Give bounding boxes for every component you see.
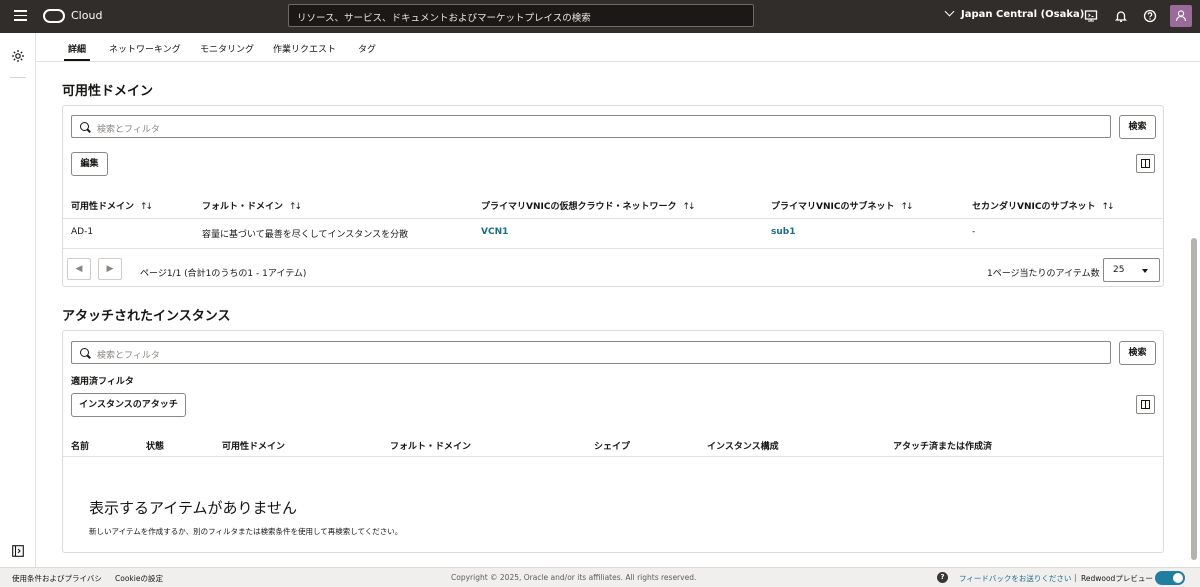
column-header-shape[interactable]: シェイプ xyxy=(594,439,630,452)
detail-tabs: 詳細 ネットワーキング モニタリング 作業リクエスト タグ xyxy=(36,33,1200,62)
availability-filter-input[interactable]: 検索とフィルタ xyxy=(71,115,1111,138)
filter-placeholder: 検索とフィルタ xyxy=(97,351,160,361)
columns-icon xyxy=(1141,159,1150,168)
sort-icon[interactable]: ↑↓ xyxy=(140,202,153,212)
sort-icon[interactable]: ↑↓ xyxy=(682,202,695,212)
scrollbar-thumb[interactable] xyxy=(1191,238,1197,560)
next-page-button[interactable]: ▶ xyxy=(98,258,122,280)
attached-instances-title: アタッチされたインスタンス xyxy=(62,309,231,324)
cookie-settings-link[interactable]: Cookieの設定 xyxy=(115,573,163,584)
copyright-text: Copyright © 2025, Oracle and/or its affi… xyxy=(451,573,697,582)
top-bar: Cloud リソース、サービス、ドキュメントおよびマーケットプレイスの検索 Ja… xyxy=(0,0,1200,33)
column-header-attached-or-created[interactable]: アタッチ済または作成済 xyxy=(893,439,992,452)
user-avatar[interactable] xyxy=(1170,5,1192,27)
column-header-availability-domain[interactable]: 可用性ドメイン ↑↓ xyxy=(71,199,153,212)
oracle-logo-icon[interactable] xyxy=(43,9,65,23)
attached-search-button[interactable]: 検索 xyxy=(1119,341,1156,365)
vcn-link[interactable]: VCN1 xyxy=(481,227,508,237)
column-header-instance-configuration[interactable]: インスタンス構成 xyxy=(707,439,779,452)
terms-privacy-link[interactable]: 使用条件およびプライバシ xyxy=(12,573,102,584)
redwood-preview-label: Redwoodプレビュー xyxy=(1081,574,1153,583)
applied-filters-label: 適用済フィルタ xyxy=(71,377,134,387)
empty-state-message: 新しいアイテムを作成するか、別のフィルタまたは検索条件を使用して再検索してくださ… xyxy=(89,527,403,536)
region-selector[interactable]: Japan Central (Osaka) xyxy=(944,6,1085,20)
expand-panel-icon[interactable] xyxy=(12,545,24,557)
sort-icon[interactable]: ↑↓ xyxy=(900,202,913,212)
availability-panel: 検索とフィルタ 検索 編集 可用性ドメイン ↑↓ フォルト・ドメイン ↑↓ プライマ… xyxy=(62,105,1164,287)
tab-monitoring[interactable]: モニタリング xyxy=(200,42,254,55)
tab-tags[interactable]: タグ xyxy=(358,42,376,55)
user-icon xyxy=(1175,10,1187,22)
column-header-state[interactable]: 状態 xyxy=(146,439,164,452)
feedback-link[interactable]: フィードバックをお送りください xyxy=(959,573,1071,584)
items-per-page-label: 1ページ当たりのアイテム数 xyxy=(987,269,1100,279)
menu-icon[interactable] xyxy=(14,10,27,21)
cell-secondary-subnet: - xyxy=(972,227,976,237)
attached-filter-input[interactable]: 検索とフィルタ xyxy=(71,341,1111,364)
cell-availability-domain: AD-1 xyxy=(71,227,94,237)
column-header-name[interactable]: 名前 xyxy=(71,439,89,452)
column-header-fault-domain[interactable]: フォルト・ドメイン ↑↓ xyxy=(202,199,302,212)
global-search-input[interactable]: リソース、サービス、ドキュメントおよびマーケットプレイスの検索 xyxy=(288,4,754,27)
rail-divider xyxy=(10,77,26,78)
footer: 使用条件およびプライバシ Cookieの設定 Copyright © 2025,… xyxy=(0,567,1200,587)
filter-placeholder: 検索とフィルタ xyxy=(97,125,160,135)
table-divider xyxy=(63,248,1163,249)
edit-button[interactable]: 編集 xyxy=(71,152,108,176)
column-header-secondary-subnet[interactable]: セカンダリVNICのサブネット ↑↓ xyxy=(972,199,1115,212)
column-header-primary-vcn[interactable]: プライマリVNICの仮想クラウド・ネットワーク ↑↓ xyxy=(481,199,696,212)
column-header-availability-domain[interactable]: 可用性ドメイン xyxy=(222,439,285,452)
help-circle-icon[interactable]: ? xyxy=(937,572,948,583)
tab-work-requests[interactable]: 作業リクエスト xyxy=(273,42,336,55)
attach-instance-button[interactable]: インスタンスのアタッチ xyxy=(71,393,186,417)
bell-icon[interactable] xyxy=(1114,9,1128,23)
sort-icon[interactable]: ↑↓ xyxy=(289,202,302,212)
column-header-fault-domain[interactable]: フォルト・ドメイン xyxy=(390,439,471,452)
subnet-link[interactable]: sub1 xyxy=(771,227,795,237)
search-icon xyxy=(80,348,89,357)
help-icon[interactable] xyxy=(1143,9,1157,23)
region-label: Japan Central (Osaka) xyxy=(961,9,1085,20)
cell-fault-domain: 容量に基づいて最善を尽くしてインスタンスを分散 xyxy=(202,230,409,240)
attached-instances-panel: 検索とフィルタ 検索 適用済フィルタ インスタンスのアタッチ 名前 状態 可用性… xyxy=(62,330,1164,553)
gear-icon[interactable] xyxy=(11,49,25,63)
columns-icon xyxy=(1141,400,1150,409)
page-scrollbar[interactable] xyxy=(1191,62,1197,567)
cloud-shell-icon[interactable] xyxy=(1084,9,1098,23)
pagination-status: ページ1/1 (合計1のうちの1 - 1アイテム) xyxy=(140,269,307,279)
search-icon xyxy=(80,122,89,131)
table-divider xyxy=(63,218,1163,219)
availability-search-button[interactable]: 検索 xyxy=(1119,115,1156,139)
column-manager-button[interactable] xyxy=(1136,154,1155,173)
brand-name: Cloud xyxy=(71,9,103,22)
previous-page-button[interactable]: ◀ xyxy=(67,258,91,280)
left-rail xyxy=(0,33,36,567)
availability-section-title: 可用性ドメイン xyxy=(62,84,154,99)
column-header-primary-subnet[interactable]: プライマリVNICのサブネット ↑↓ xyxy=(771,199,914,212)
chevron-down-icon xyxy=(944,6,955,17)
sort-icon[interactable]: ↑↓ xyxy=(1101,202,1114,212)
caret-down-icon xyxy=(1142,269,1148,273)
tab-networking[interactable]: ネットワーキング xyxy=(109,42,181,55)
empty-state-title: 表示するアイテムがありません xyxy=(89,499,298,517)
tab-details[interactable]: 詳細 xyxy=(63,42,91,61)
redwood-preview-toggle[interactable] xyxy=(1155,571,1185,585)
footer-separator: | xyxy=(1074,573,1077,582)
column-manager-button[interactable] xyxy=(1136,395,1155,414)
items-per-page-select[interactable]: 25 xyxy=(1103,258,1160,282)
table-divider xyxy=(63,456,1163,457)
